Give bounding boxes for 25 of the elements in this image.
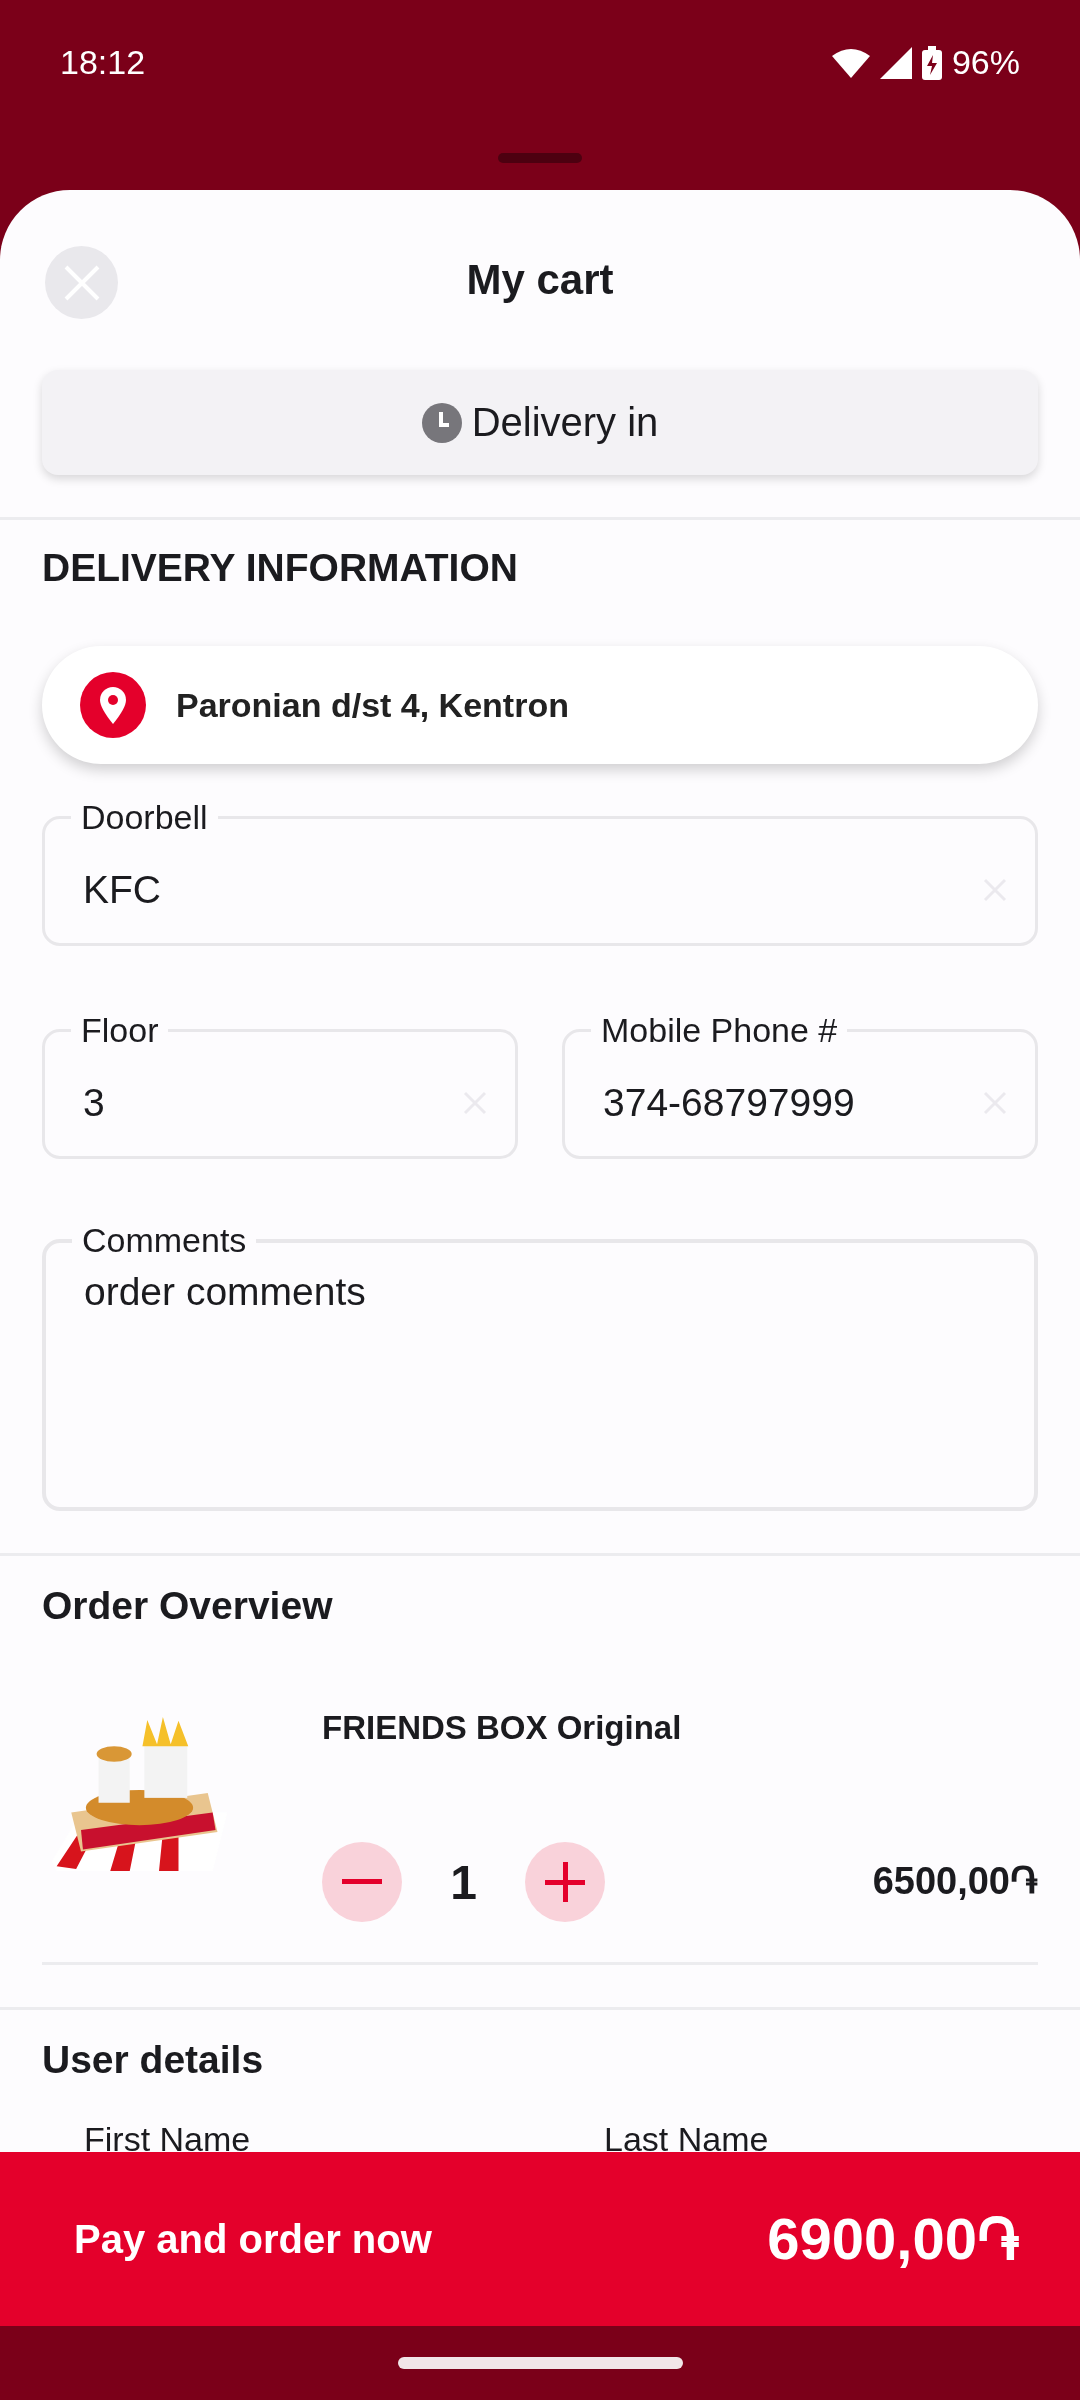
plus-icon (545, 1862, 585, 1902)
section-heading: User details (42, 2038, 265, 2082)
delivery-time-button[interactable]: Delivery in (42, 370, 1038, 475)
clock-icon (421, 402, 462, 443)
comments-input[interactable]: order comments (84, 1270, 1006, 1490)
sheet-handle[interactable] (498, 153, 582, 163)
product-name: FRIENDS BOX Original (322, 1709, 683, 1747)
wifi-icon (831, 47, 870, 78)
quantity: 1 (449, 1854, 478, 1910)
home-indicator[interactable] (397, 2357, 683, 2369)
signal-icon (879, 46, 912, 79)
section-heading: DELIVERY INFORMATION (42, 546, 519, 590)
address-button[interactable]: Paronian d/st 4, Kentron (42, 646, 1038, 764)
text-input[interactable]: 3 (83, 1081, 463, 1125)
section-heading: Order Overview (42, 1584, 334, 1628)
minus-icon (342, 1879, 382, 1885)
pay-button[interactable]: Pay and order now 6900,00֏ (0, 2152, 1080, 2326)
text-input[interactable]: KFC (83, 868, 983, 912)
product-price: 6500,00֏ (872, 1860, 1038, 1904)
battery-icon (921, 45, 942, 80)
battery-percent: 96% (951, 43, 1020, 82)
sheet-title: My cart (466, 256, 614, 304)
status-time: 18:12 (60, 43, 146, 82)
location-pin-icon (80, 672, 146, 738)
text-input[interactable]: 374-68797999 (603, 1081, 983, 1125)
